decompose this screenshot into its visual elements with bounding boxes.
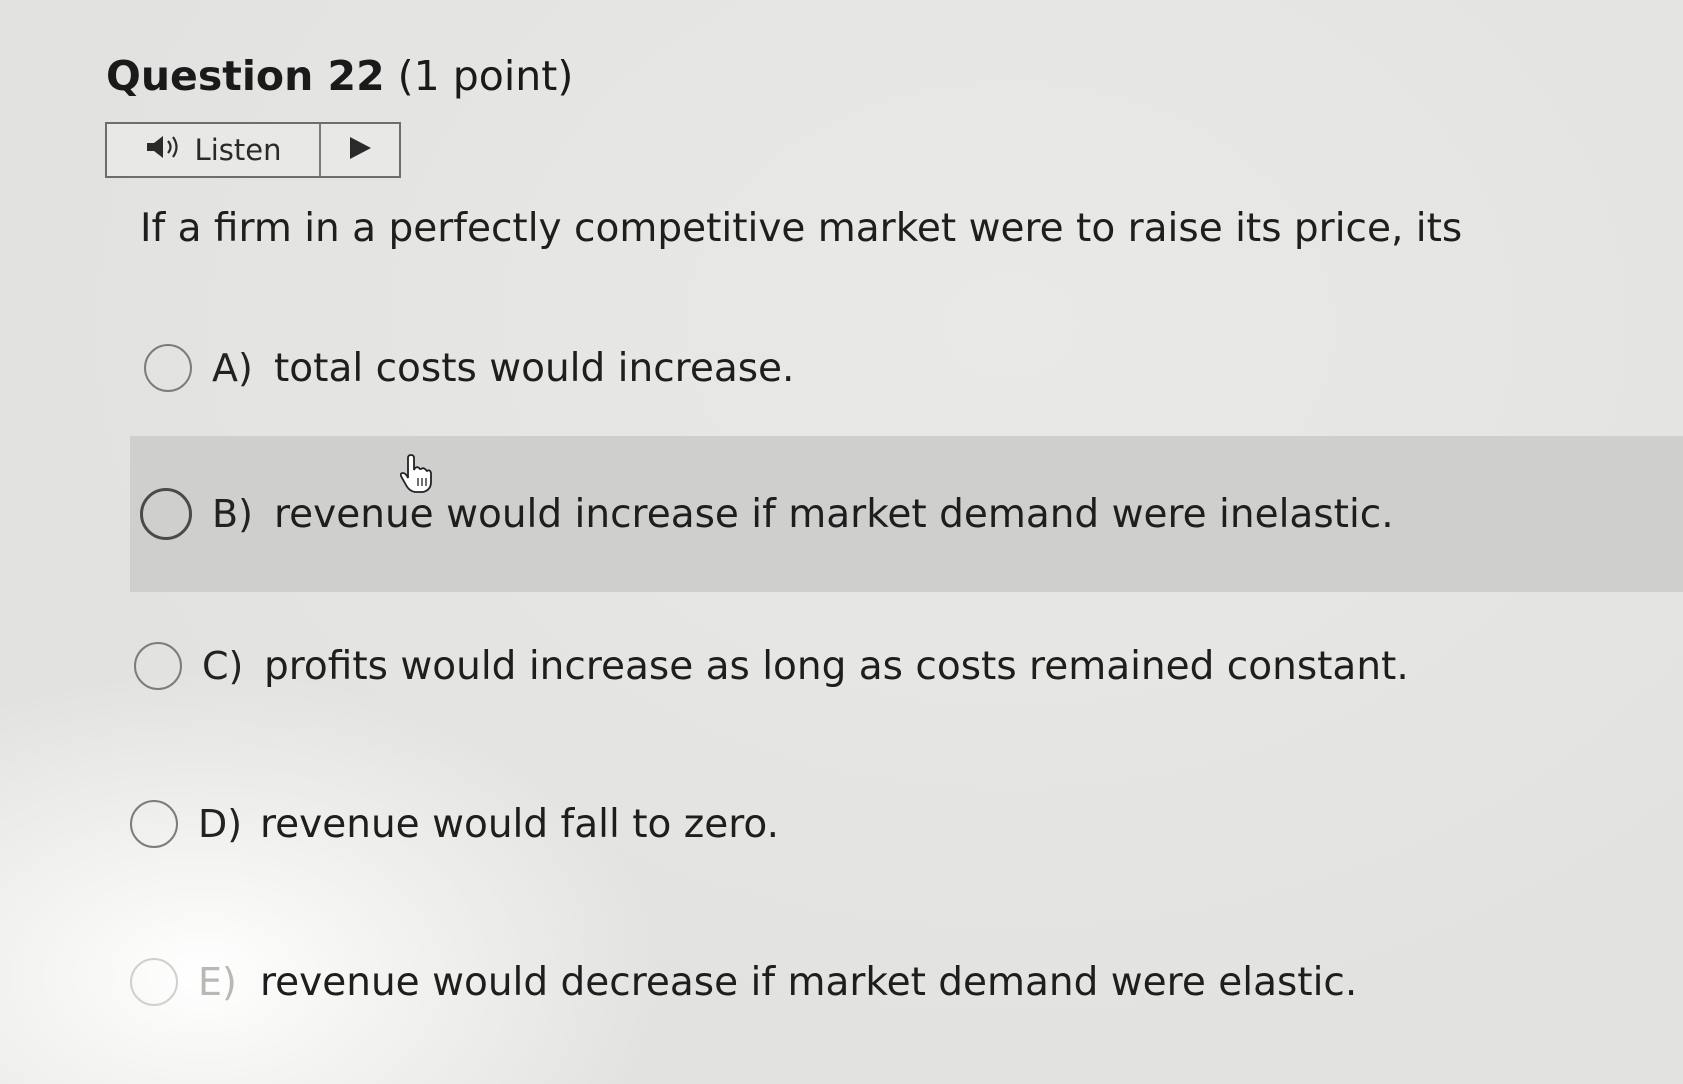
radio-a[interactable] [144, 344, 192, 392]
option-b[interactable]: B) revenue would increase if market dema… [130, 436, 1683, 592]
option-text: revenue would fall to zero. [260, 801, 779, 847]
hand-pointer-icon [398, 454, 434, 498]
option-a[interactable]: A) total costs would increase. [130, 318, 1683, 418]
radio-c[interactable] [134, 642, 182, 690]
speaker-icon [145, 133, 185, 168]
option-letter: B) [212, 492, 253, 536]
option-text: total costs would increase. [274, 345, 795, 391]
play-icon [347, 135, 373, 165]
option-letter: A) [212, 346, 253, 390]
option-letter: E) [198, 960, 237, 1004]
option-text: revenue would decrease if market demand … [260, 959, 1358, 1005]
listen-button[interactable]: Listen [107, 124, 321, 176]
option-c[interactable]: C) profits would increase as long as cos… [130, 614, 1683, 718]
listen-widget: Listen [105, 122, 401, 178]
option-d[interactable]: D) revenue would fall to zero. [130, 772, 1683, 876]
option-letter: D) [198, 802, 243, 846]
question-points: (1 point) [397, 52, 574, 100]
listen-label: Listen [194, 133, 282, 167]
option-text: revenue would increase if market demand … [274, 491, 1394, 537]
radio-d[interactable] [130, 800, 178, 848]
option-e[interactable]: E) revenue would decrease if market dema… [130, 930, 1683, 1034]
option-letter: C) [202, 644, 244, 688]
option-text: profits would increase as long as costs … [264, 643, 1409, 689]
radio-b[interactable] [140, 488, 192, 540]
question-number: Question 22 [106, 52, 385, 100]
radio-e[interactable] [130, 958, 178, 1006]
play-button[interactable] [321, 124, 399, 176]
question-header: Question 22 (1 point) [106, 52, 573, 100]
question-text: If a firm in a perfectly competitive mar… [140, 206, 1463, 251]
